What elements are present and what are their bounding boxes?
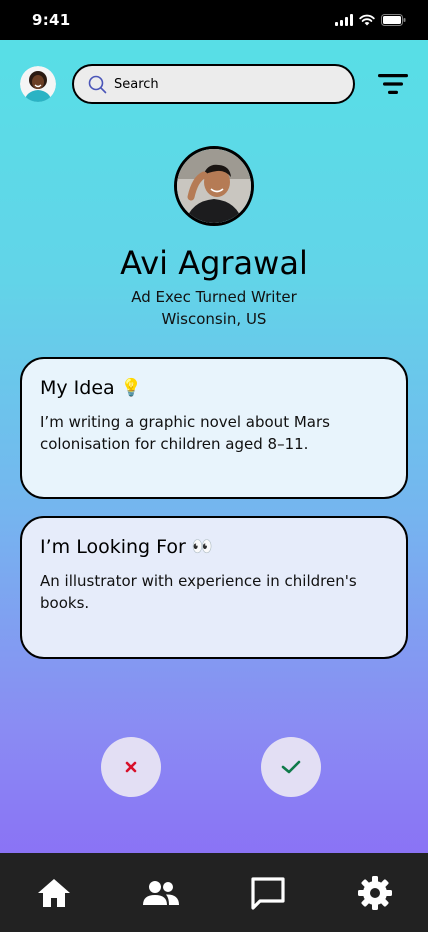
idea-card-title: My Idea (40, 377, 115, 399)
status-icons (335, 14, 406, 26)
search-input[interactable]: Search (72, 64, 355, 104)
wifi-icon (359, 14, 375, 26)
accept-button[interactable] (261, 737, 321, 797)
looking-for-card: I’m Looking For 👀 An illustrator with ex… (20, 516, 408, 659)
looking-for-card-body: An illustrator with experience in childr… (40, 572, 357, 612)
idea-card-body: I’m writing a graphic novel about Mars c… (40, 413, 330, 453)
tab-people[interactable] (141, 873, 181, 913)
lightbulb-icon: 💡 (120, 378, 142, 398)
tab-home[interactable] (34, 873, 74, 913)
profile-location: Wisconsin, US (161, 310, 267, 328)
user-avatar[interactable] (20, 66, 56, 102)
profile-screen: 9:41 Search Avi Agrawal Ad Exec Turned W… (0, 0, 428, 932)
idea-card-header: My Idea 💡 (40, 377, 388, 399)
header: Search (20, 64, 410, 104)
tab-messages[interactable] (248, 873, 288, 913)
profile-photo (174, 146, 254, 226)
home-icon (38, 879, 70, 907)
status-bar: 9:41 (0, 0, 428, 40)
people-icon (143, 881, 179, 905)
settings-icon (358, 876, 392, 910)
looking-for-card-title: I’m Looking For (40, 536, 186, 558)
filter-icon (378, 74, 408, 94)
search-placeholder: Search (114, 76, 159, 92)
tab-settings[interactable] (355, 873, 395, 913)
tab-bar (0, 853, 428, 932)
search-icon (88, 75, 107, 93)
status-time: 9:41 (32, 11, 71, 29)
chat-icon (251, 877, 285, 910)
profile-name: Avi Agrawal (120, 244, 308, 282)
looking-for-card-header: I’m Looking For 👀 (40, 536, 388, 558)
profile-role: Ad Exec Turned Writer (131, 288, 297, 306)
filter-button[interactable] (376, 70, 410, 98)
battery-icon (381, 14, 406, 26)
eyes-icon: 👀 (191, 537, 213, 557)
check-icon (281, 760, 301, 774)
x-icon (125, 761, 137, 773)
reject-button[interactable] (101, 737, 161, 797)
signal-icon (335, 14, 353, 26)
idea-card: My Idea 💡 I’m writing a graphic novel ab… (20, 357, 408, 499)
